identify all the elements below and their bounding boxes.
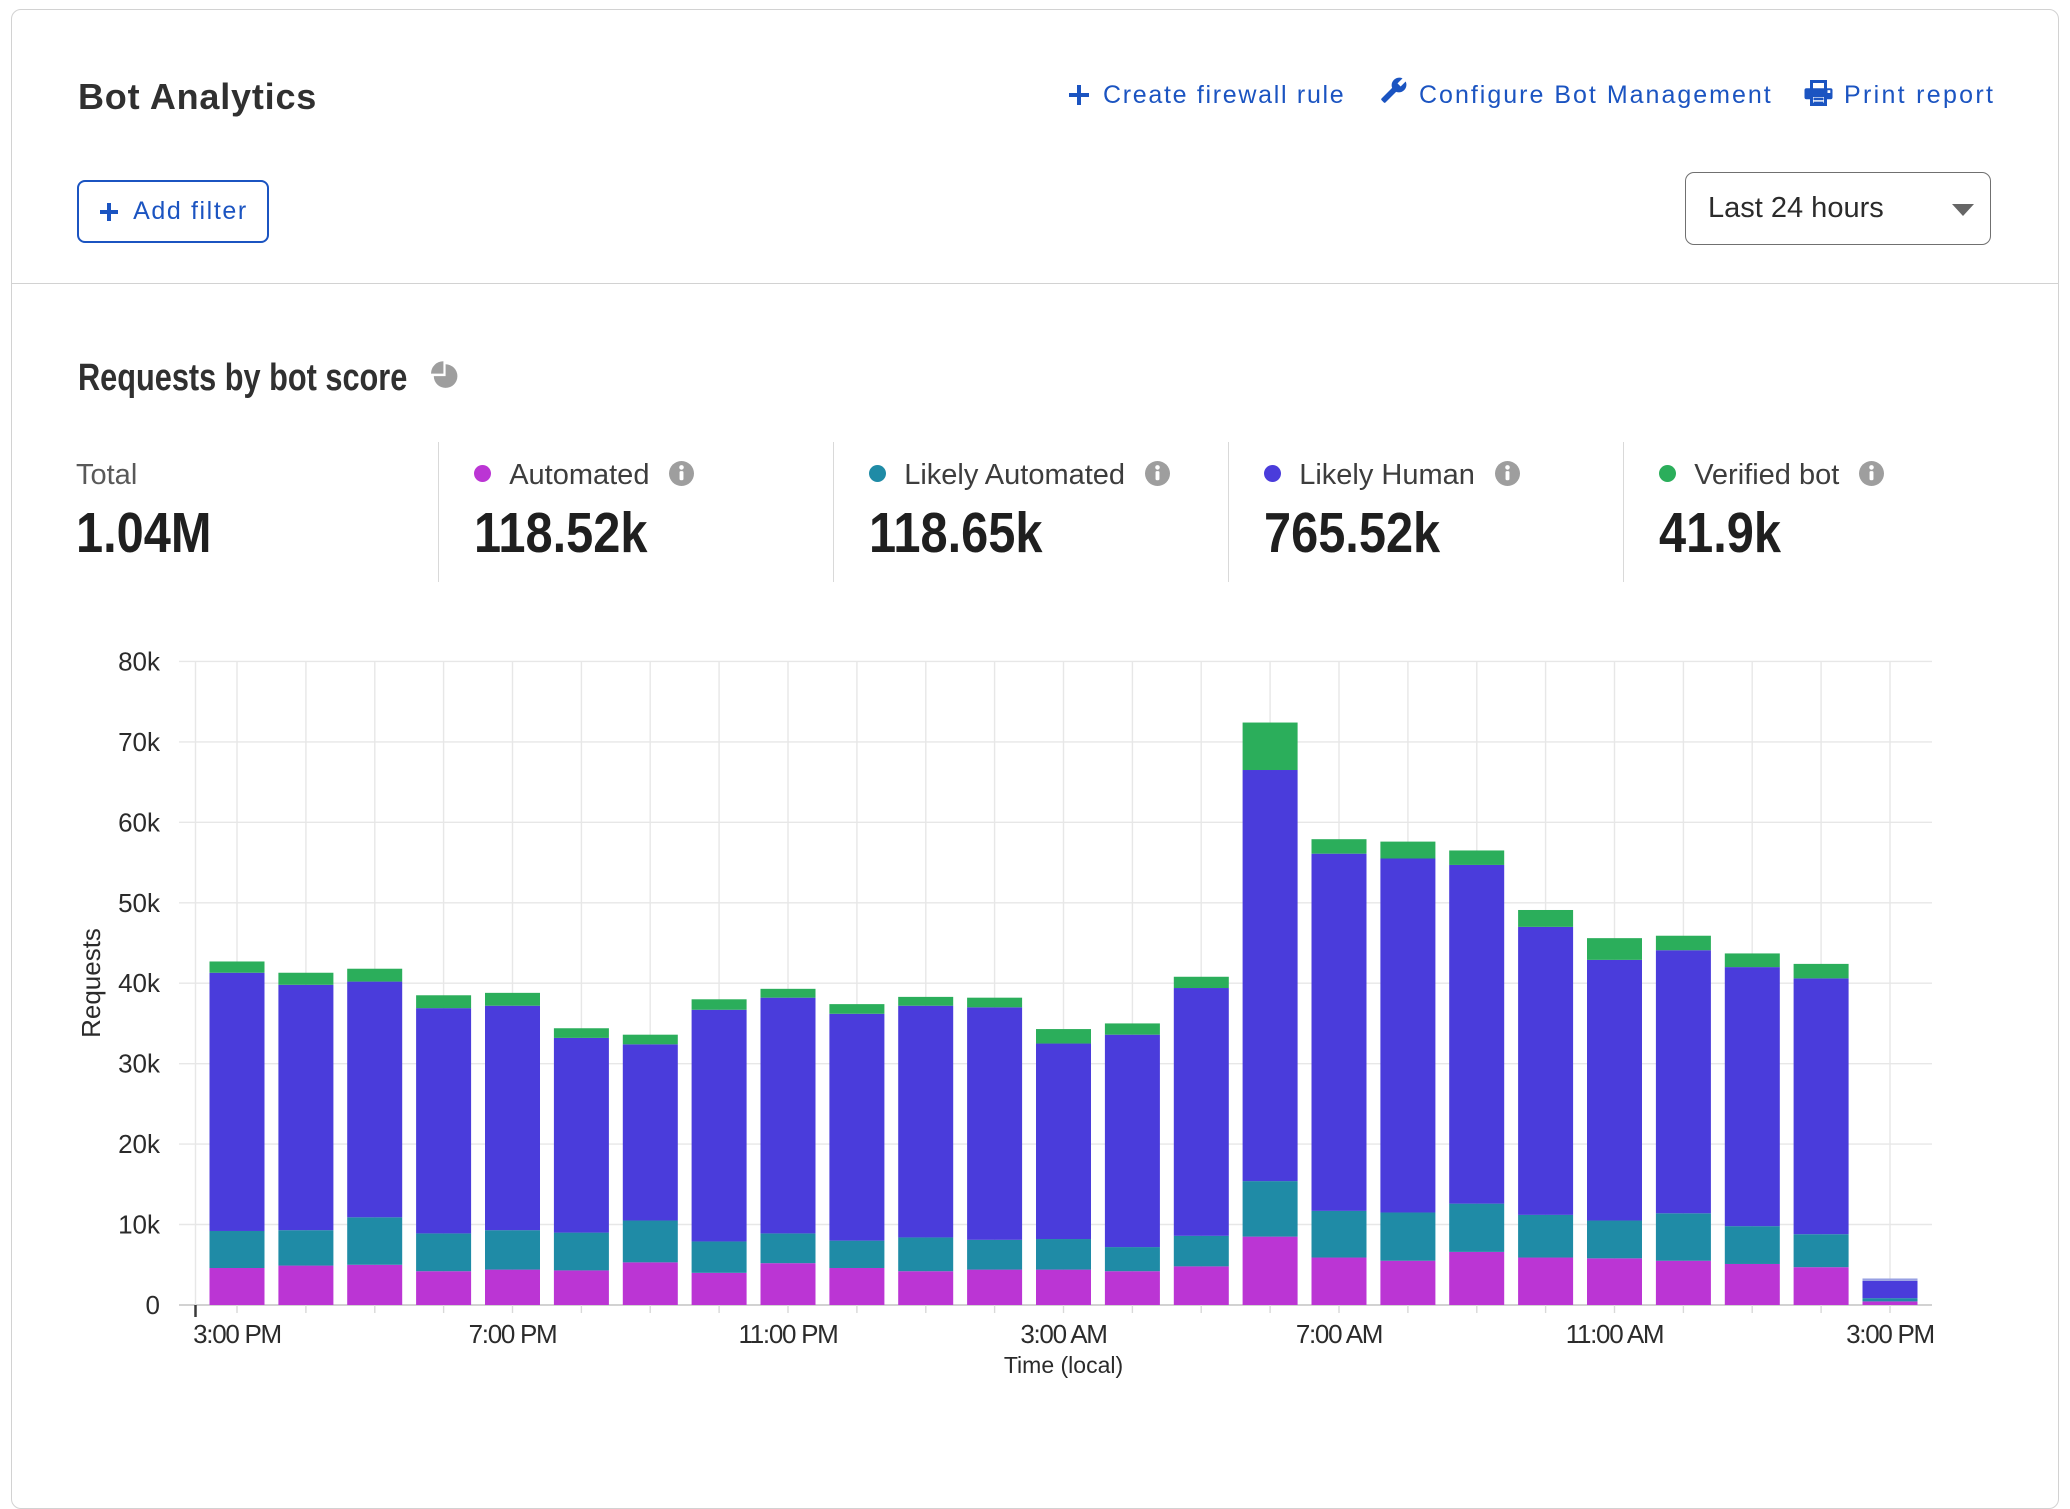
svg-text:11:00 PM: 11:00 PM [739, 1319, 838, 1349]
svg-text:70k: 70k [118, 727, 161, 757]
svg-text:80k: 80k [118, 646, 161, 676]
svg-text:50k: 50k [118, 888, 161, 918]
svg-text:20k: 20k [118, 1129, 161, 1159]
svg-text:3:00 PM: 3:00 PM [193, 1319, 281, 1349]
svg-text:60k: 60k [118, 807, 161, 837]
svg-text:11:00 AM: 11:00 AM [1566, 1319, 1664, 1349]
svg-text:30k: 30k [118, 1049, 161, 1079]
svg-text:Requests: Requests [76, 928, 106, 1038]
svg-text:0: 0 [146, 1290, 160, 1320]
svg-text:3:00 AM: 3:00 AM [1020, 1319, 1106, 1349]
svg-text:7:00 PM: 7:00 PM [469, 1319, 557, 1349]
svg-text:7:00 AM: 7:00 AM [1296, 1319, 1382, 1349]
svg-text:Time (local): Time (local) [1004, 1352, 1123, 1378]
svg-text:40k: 40k [118, 968, 161, 998]
svg-text:10k: 10k [118, 1210, 161, 1240]
svg-text:3:00 PM: 3:00 PM [1846, 1319, 1934, 1349]
